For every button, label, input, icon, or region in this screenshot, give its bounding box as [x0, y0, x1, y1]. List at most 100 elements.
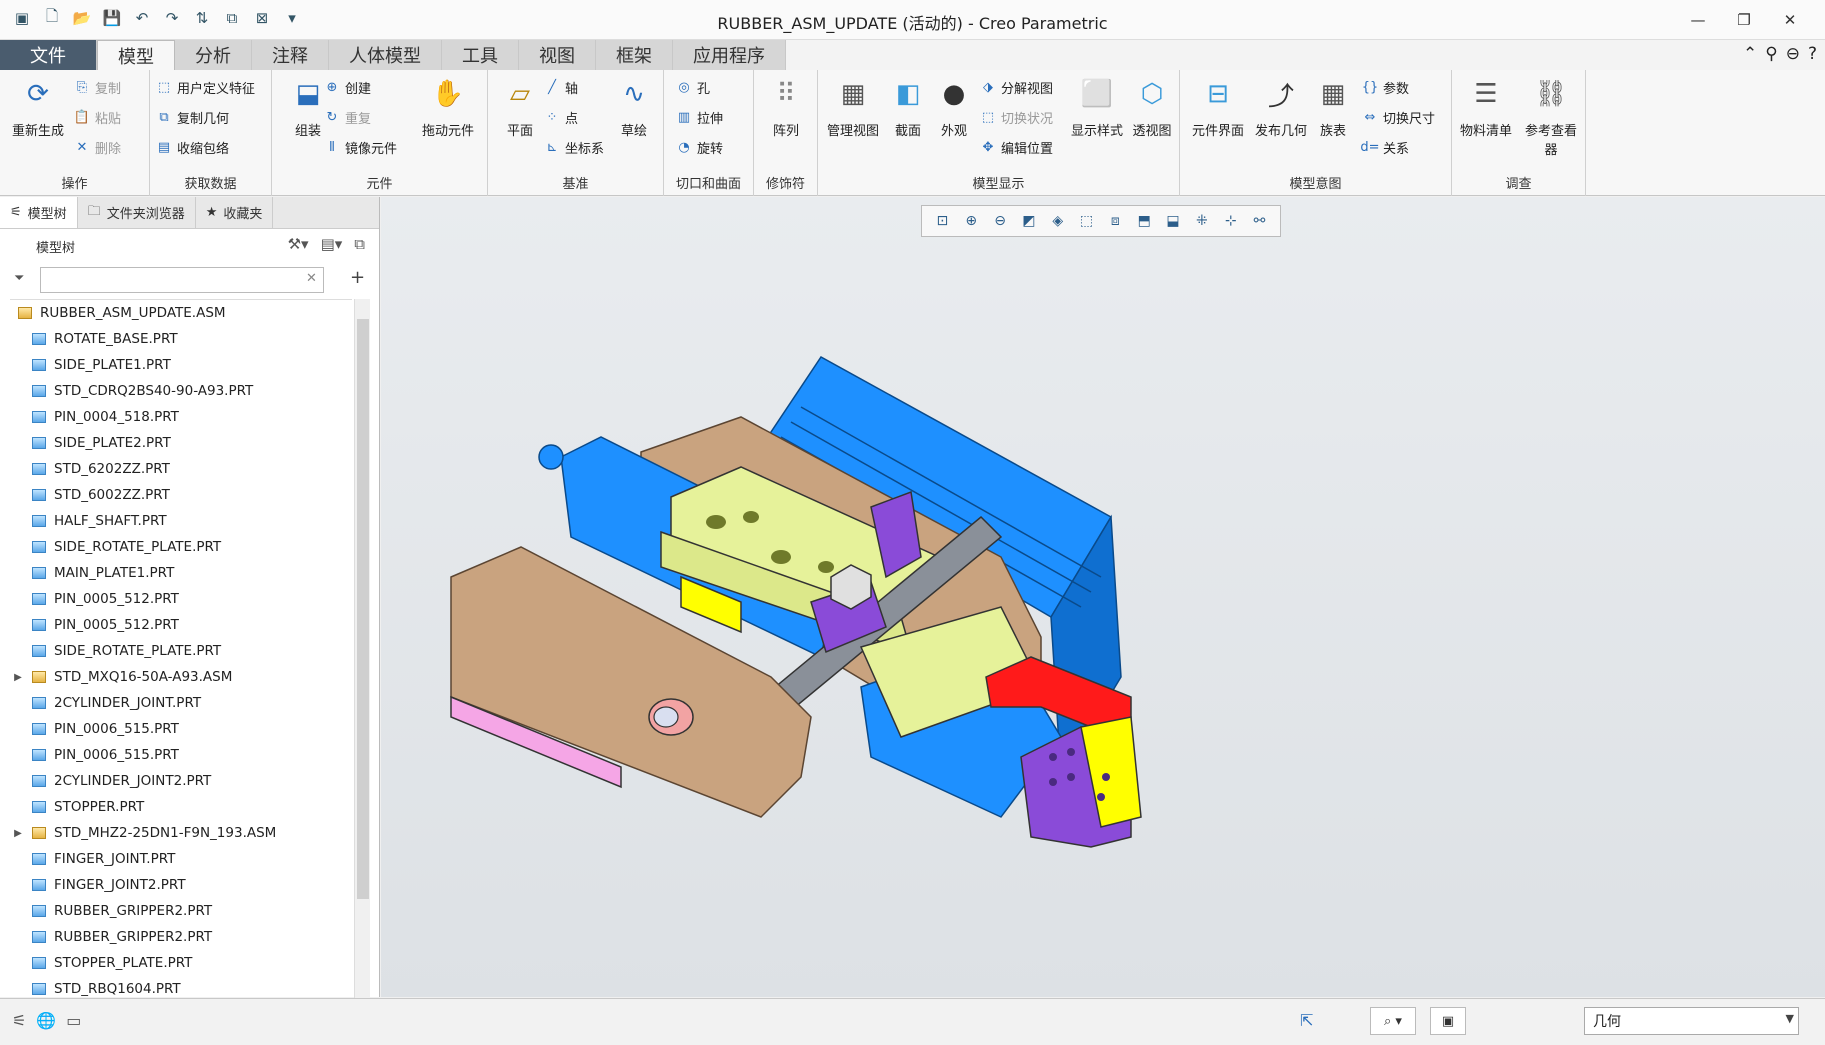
- revolve-button[interactable]: ◔ 旋转: [676, 136, 723, 158]
- full-screen-icon[interactable]: ▭: [66, 1011, 81, 1030]
- csys-button[interactable]: ⊾ 坐标系: [544, 136, 604, 158]
- assembly-3d-model[interactable]: [441, 257, 1541, 957]
- tab-applications[interactable]: 应用程序: [673, 40, 786, 70]
- plane-button[interactable]: ▱ 平面: [490, 74, 550, 139]
- add-filter-icon[interactable]: +: [350, 267, 365, 288]
- tree-row[interactable]: ROTATE_BASE.PRT: [10, 326, 352, 352]
- tree-show-icon[interactable]: ▤▾: [321, 235, 343, 253]
- browser-icon[interactable]: 🌐: [36, 1011, 56, 1030]
- parameters-button[interactable]: {} 参数: [1362, 76, 1409, 98]
- tab-file[interactable]: 文件: [0, 40, 97, 70]
- tab-model[interactable]: 模型: [97, 40, 175, 70]
- hole-button[interactable]: ◎ 孔: [676, 76, 710, 98]
- paste-button[interactable]: 📋 粘贴: [74, 106, 121, 128]
- tree-row[interactable]: MAIN_PLATE1.PRT: [10, 560, 352, 586]
- tree-row[interactable]: SIDE_ROTATE_PLATE.PRT: [10, 638, 352, 664]
- tree-row[interactable]: PIN_0005_512.PRT: [10, 586, 352, 612]
- tab-analysis[interactable]: 分析: [175, 40, 252, 70]
- model-tree-scrollbar[interactable]: [354, 299, 370, 999]
- family-table-button[interactable]: ▦ 族表: [1308, 74, 1358, 139]
- copy-geometry-button[interactable]: ⧉ 复制几何: [156, 106, 229, 128]
- tree-row[interactable]: HALF_SHAFT.PRT: [10, 508, 352, 534]
- tree-row[interactable]: ▶ STD_MHZ2-25DN1-F9N_193.ASM: [10, 820, 352, 846]
- perspective-button[interactable]: ⬡ 透视图: [1124, 74, 1180, 139]
- tree-row[interactable]: ▶ STD_MXQ16-50A-A93.ASM: [10, 664, 352, 690]
- tree-row[interactable]: FINGER_JOINT.PRT: [10, 846, 352, 872]
- annotation-display-icon[interactable]: ⚯: [1249, 210, 1271, 232]
- component-interface-button[interactable]: ⊟ 元件界面: [1184, 74, 1252, 139]
- spin-center-icon[interactable]: ⊹: [1220, 210, 1242, 232]
- tree-row[interactable]: 2CYLINDER_JOINT.PRT: [10, 690, 352, 716]
- tree-row[interactable]: STD_6202ZZ.PRT: [10, 456, 352, 482]
- tab-model-tree[interactable]: ⚟ 模型树: [0, 197, 78, 228]
- tree-row[interactable]: PIN_0006_515.PRT: [10, 742, 352, 768]
- toggle-navigator-icon[interactable]: ⚟: [12, 1011, 26, 1030]
- maximize-button[interactable]: ❐: [1721, 6, 1767, 34]
- saved-orientations-icon[interactable]: ⬚: [1076, 210, 1098, 232]
- datum-display-icon[interactable]: ⁜: [1191, 210, 1213, 232]
- search-icon[interactable]: ⚲: [1765, 44, 1777, 64]
- tree-settings-icon[interactable]: ⚒▾: [288, 235, 309, 253]
- toggle-status-button[interactable]: ⬚ 切换状况: [980, 106, 1053, 128]
- tree-row[interactable]: SIDE_ROTATE_PLATE.PRT: [10, 534, 352, 560]
- clear-search-icon[interactable]: ✕: [306, 271, 317, 286]
- display-style-icon[interactable]: ◈: [1047, 210, 1069, 232]
- tree-row[interactable]: FINGER_JOINT2.PRT: [10, 872, 352, 898]
- extrude-button[interactable]: ▥ 拉伸: [676, 106, 723, 128]
- perspective-view-icon[interactable]: ⬒: [1133, 210, 1155, 232]
- create-button[interactable]: ⊕ 创建: [324, 76, 371, 98]
- tree-filter-columns-icon[interactable]: ⧉: [354, 235, 365, 253]
- tab-tools[interactable]: 工具: [442, 40, 519, 70]
- tree-row[interactable]: RUBBER_GRIPPER2.PRT: [10, 924, 352, 950]
- close-button[interactable]: ✕: [1767, 6, 1813, 34]
- refit-icon[interactable]: ⊡: [931, 210, 953, 232]
- view-manager-icon[interactable]: ⧈: [1104, 210, 1126, 232]
- switch-dimensions-button[interactable]: ⇔ 切换尺寸: [1362, 106, 1435, 128]
- component-group-label[interactable]: 元件: [272, 173, 487, 192]
- help-icon[interactable]: ?: [1808, 44, 1817, 64]
- section-button[interactable]: ◧ 截面: [884, 74, 932, 139]
- delete-button[interactable]: ✕ 删除: [74, 136, 121, 158]
- find-button[interactable]: ⌕ ▾: [1370, 1007, 1416, 1035]
- filter-funnel-icon[interactable]: ⏷: [14, 271, 24, 286]
- appearance-button[interactable]: ● 外观: [930, 74, 978, 139]
- udf-button[interactable]: ⬚ 用户定义特征: [156, 76, 255, 98]
- selection-filter-dropdown[interactable]: 几何 ▼: [1584, 1007, 1799, 1035]
- tab-folder-browser[interactable]: 🗀 文件夹浏览器: [78, 197, 196, 228]
- scrollbar-thumb[interactable]: [357, 319, 369, 899]
- reference-viewer-button[interactable]: ⛓ 参考查看器: [1520, 74, 1582, 158]
- sketch-button[interactable]: ∿ 草绘: [604, 74, 664, 139]
- cut-surface-group-label[interactable]: 切口和曲面: [664, 173, 753, 192]
- manage-views-button[interactable]: ▦ 管理视图: [820, 74, 886, 139]
- expand-arrow-icon[interactable]: ▶: [10, 672, 26, 683]
- modifiers-group-label[interactable]: 修饰符: [754, 173, 817, 192]
- tree-row[interactable]: STOPPER.PRT: [10, 794, 352, 820]
- tree-row[interactable]: PIN_0005_512.PRT: [10, 612, 352, 638]
- repeat-button[interactable]: ↻ 重复: [324, 106, 371, 128]
- model-intent-group-label[interactable]: 模型意图: [1180, 173, 1451, 192]
- tab-framework[interactable]: 框架: [596, 40, 673, 70]
- expand-arrow-icon[interactable]: ▶: [10, 828, 26, 839]
- explode-view-button[interactable]: ⬗ 分解视图: [980, 76, 1053, 98]
- tab-manikin[interactable]: 人体模型: [329, 40, 442, 70]
- point-button[interactable]: ⁘ 点: [544, 106, 578, 128]
- get-data-group-label[interactable]: 获取数据: [150, 173, 271, 192]
- zoom-in-icon[interactable]: ⊕: [960, 210, 982, 232]
- tree-row[interactable]: RUBBER_ASM_UPDATE.ASM: [10, 300, 352, 326]
- axis-button[interactable]: ╱ 轴: [544, 76, 578, 98]
- shrinkwrap-button[interactable]: ▤ 收缩包络: [156, 136, 229, 158]
- repaint-icon[interactable]: ◩: [1018, 210, 1040, 232]
- datum-group-label[interactable]: 基准: [488, 173, 663, 192]
- publish-geometry-button[interactable]: ⤴ 发布几何: [1250, 74, 1312, 140]
- investigate-group-label[interactable]: 调查: [1452, 173, 1585, 192]
- collapse-ribbon-icon[interactable]: ⌃: [1743, 44, 1757, 64]
- tab-annotate[interactable]: 注释: [252, 40, 329, 70]
- tree-row[interactable]: PIN_0004_518.PRT: [10, 404, 352, 430]
- regenerate-button[interactable]: ⟳ 重新生成: [8, 74, 68, 139]
- tree-row[interactable]: PIN_0006_515.PRT: [10, 716, 352, 742]
- copy-button[interactable]: ⎘ 复制: [74, 76, 121, 98]
- model-display-group-label[interactable]: 模型显示: [818, 173, 1179, 192]
- tab-view[interactable]: 视图: [519, 40, 596, 70]
- zoom-out-icon[interactable]: ⊖: [989, 210, 1011, 232]
- section-view-icon[interactable]: ⬓: [1162, 210, 1184, 232]
